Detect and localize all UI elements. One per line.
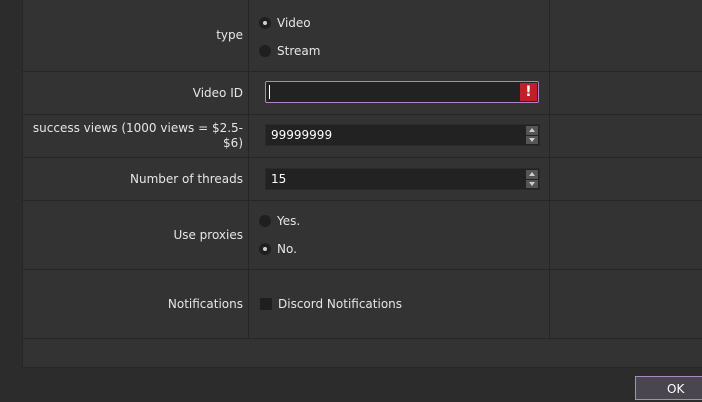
threads-spin-buttons xyxy=(526,170,538,188)
radio-proxies-yes-label: Yes. xyxy=(277,214,301,228)
row-success-views: success views (1000 views = $2.5- $6) 99… xyxy=(23,115,702,158)
radio-proxies-no-label: No. xyxy=(277,242,297,256)
radio-proxies-yes-indicator[interactable] xyxy=(259,215,271,227)
radio-video-indicator[interactable] xyxy=(259,17,271,29)
spin-up-icon[interactable] xyxy=(526,170,538,179)
radio-proxies-no-indicator[interactable] xyxy=(259,243,271,255)
spin-up-icon[interactable] xyxy=(526,126,538,135)
video-id-label: Video ID xyxy=(192,85,243,100)
settings-dialog: type Video Stream Video ID ! success vie… xyxy=(0,0,702,402)
success-views-label-cell: success views (1000 views = $2.5- $6) xyxy=(23,115,249,157)
proxies-label-cell: Use proxies xyxy=(23,201,249,269)
success-views-spinbox[interactable]: 99999999 xyxy=(265,124,540,146)
success-views-label: success views (1000 views = $2.5- $6) xyxy=(33,121,243,151)
success-views-label-line2: $6) xyxy=(223,136,243,150)
radio-video-label: Video xyxy=(277,16,311,30)
radio-stream-label: Stream xyxy=(277,44,321,58)
row-threads: Number of threads 15 xyxy=(23,158,702,201)
notifications-value-cell: Discord Notifications xyxy=(249,270,550,338)
settings-form: type Video Stream Video ID ! success vie… xyxy=(22,0,702,368)
spin-down-icon[interactable] xyxy=(526,179,538,188)
threads-spinbox[interactable]: 15 xyxy=(265,168,540,190)
radio-stream[interactable]: Stream xyxy=(259,44,320,58)
threads-value-cell: 15 xyxy=(249,158,550,200)
spin-down-icon[interactable] xyxy=(526,135,538,144)
success-views-value: 99999999 xyxy=(271,128,333,142)
row-video-id: Video ID ! xyxy=(23,72,702,115)
success-views-label-line1: success views (1000 views = $2.5- xyxy=(32,121,243,135)
radio-video[interactable]: Video xyxy=(259,16,311,30)
threads-label: Number of threads xyxy=(130,171,243,186)
threads-label-cell: Number of threads xyxy=(23,158,249,200)
error-icon: ! xyxy=(520,83,537,101)
row-type: type Video Stream xyxy=(23,0,702,72)
discord-notifications-box[interactable] xyxy=(260,298,272,310)
discord-notifications-checkbox[interactable]: Discord Notifications xyxy=(260,297,402,311)
radio-proxies-no[interactable]: No. xyxy=(259,242,297,256)
type-label: type xyxy=(216,28,243,42)
type-label-cell: type xyxy=(23,0,249,71)
success-views-spin-buttons xyxy=(526,126,538,144)
ok-button[interactable]: OK xyxy=(635,376,702,400)
proxies-label: Use proxies xyxy=(173,227,243,242)
video-id-input[interactable]: ! xyxy=(265,81,539,103)
row-notifications: Notifications Discord Notifications xyxy=(23,270,702,339)
radio-proxies-yes[interactable]: Yes. xyxy=(259,214,300,228)
notifications-label: Notifications xyxy=(167,296,243,311)
notifications-label-cell: Notifications xyxy=(23,270,249,338)
video-id-label-cell: Video ID xyxy=(23,72,249,114)
radio-stream-indicator[interactable] xyxy=(259,45,271,57)
type-value-cell: Video Stream xyxy=(249,0,550,71)
proxies-value-cell: Yes. No. xyxy=(249,201,550,269)
threads-value: 15 xyxy=(271,172,287,186)
discord-notifications-label: Discord Notifications xyxy=(278,297,403,311)
success-views-value-cell: 99999999 xyxy=(249,115,550,157)
video-id-value-cell: ! xyxy=(249,72,550,114)
text-caret xyxy=(269,85,270,99)
row-proxies: Use proxies Yes. No. xyxy=(23,201,702,270)
